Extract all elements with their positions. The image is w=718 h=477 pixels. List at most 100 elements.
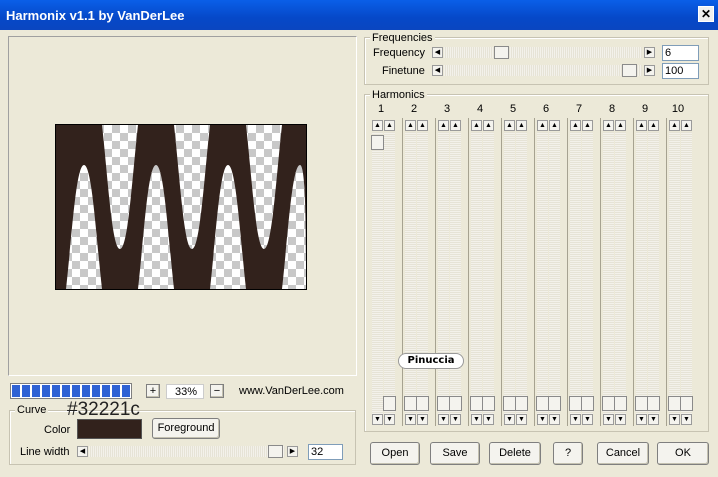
harmonic-9-track-1[interactable]	[636, 132, 647, 414]
harmonic-10-down-arrow-2[interactable]: ▼	[681, 414, 692, 425]
harmonic-9-down-arrow-1[interactable]: ▼	[636, 414, 647, 425]
ok-button[interactable]: OK	[657, 442, 709, 465]
harmonic-2-track-2[interactable]	[417, 132, 428, 414]
frequency-left-arrow[interactable]: ◀	[432, 47, 443, 58]
harmonic-3-up-arrow-1[interactable]: ▲	[438, 120, 449, 131]
finetune-right-arrow[interactable]: ▶	[644, 65, 655, 76]
harmonic-2-up-arrow-1[interactable]: ▲	[405, 120, 416, 131]
harmonic-3-down-arrow-1[interactable]: ▼	[438, 414, 449, 425]
color-swatch[interactable]	[77, 419, 142, 439]
line-width-left-arrow[interactable]: ◀	[77, 446, 88, 457]
harmonic-5-track-2[interactable]	[516, 132, 527, 414]
harmonic-7-track-1[interactable]	[570, 132, 581, 414]
harmonic-4-track-2[interactable]	[483, 132, 494, 414]
harmonic-2-track-1[interactable]	[405, 132, 416, 414]
harmonic-8-down-arrow-1[interactable]: ▼	[603, 414, 614, 425]
line-width-track[interactable]	[89, 446, 285, 457]
line-width-thumb[interactable]	[268, 445, 283, 458]
harmonic-2-down-arrow-2[interactable]: ▼	[417, 414, 428, 425]
harmonic-5-down-arrow-2[interactable]: ▼	[516, 414, 527, 425]
harmonic-4-up-arrow-1[interactable]: ▲	[471, 120, 482, 131]
harmonic-4-down-arrow-2[interactable]: ▼	[483, 414, 494, 425]
harmonic-7-thumb-2[interactable]	[581, 396, 594, 411]
frequency-input[interactable]: 6	[662, 45, 699, 61]
line-width-right-arrow[interactable]: ▶	[287, 446, 298, 457]
help-button[interactable]: ?	[553, 442, 583, 465]
harmonic-8-track-2[interactable]	[615, 132, 626, 414]
harmonic-1-track-1[interactable]	[372, 132, 383, 414]
harmonic-10-thumb-2[interactable]	[680, 396, 693, 411]
harmonic-1-up-arrow-2[interactable]: ▲	[384, 120, 395, 131]
harmonic-7-up-arrow-1[interactable]: ▲	[570, 120, 581, 131]
harmonic-5-track-1[interactable]	[504, 132, 515, 414]
harmonic-10-track-2[interactable]	[681, 132, 692, 414]
harmonic-4-down-arrow-1[interactable]: ▼	[471, 414, 482, 425]
harmonic-9-down-arrow-2[interactable]: ▼	[648, 414, 659, 425]
harmonic-6-track-1[interactable]	[537, 132, 548, 414]
harmonic-1-down-arrow-2[interactable]: ▼	[384, 414, 395, 425]
harmonic-9-up-arrow-1[interactable]: ▲	[636, 120, 647, 131]
save-button[interactable]: Save	[430, 442, 480, 465]
harmonic-1-down-arrow-1[interactable]: ▼	[372, 414, 383, 425]
zoom-in-button[interactable]: +	[146, 384, 160, 398]
harmonic-10-up-arrow-1[interactable]: ▲	[669, 120, 680, 131]
harmonic-10-down-arrow-1[interactable]: ▼	[669, 414, 680, 425]
harmonic-8-thumb-2[interactable]	[614, 396, 627, 411]
harmonic-8-track-1[interactable]	[603, 132, 614, 414]
harmonic-label-3: 3	[443, 103, 451, 115]
harmonic-6-track-2[interactable]	[549, 132, 560, 414]
harmonic-9-thumb-2[interactable]	[647, 396, 660, 411]
harmonic-5-up-arrow-2[interactable]: ▲	[516, 120, 527, 131]
harmonic-8-up-arrow-2[interactable]: ▲	[615, 120, 626, 131]
harmonic-4-thumb-2[interactable]	[482, 396, 495, 411]
harmonic-2-down-arrow-1[interactable]: ▼	[405, 414, 416, 425]
harmonic-9-track-2[interactable]	[648, 132, 659, 414]
harmonic-3-track-2[interactable]	[450, 132, 461, 414]
curve-group-label: Curve	[15, 404, 49, 416]
cancel-button[interactable]: Cancel	[597, 442, 649, 465]
harmonic-7-down-arrow-2[interactable]: ▼	[582, 414, 593, 425]
harmonic-4-up-arrow-2[interactable]: ▲	[483, 120, 494, 131]
open-button[interactable]: Open	[370, 442, 420, 465]
frequency-right-arrow[interactable]: ▶	[644, 47, 655, 58]
harmonic-3-up-arrow-2[interactable]: ▲	[450, 120, 461, 131]
harmonic-8-up-arrow-1[interactable]: ▲	[603, 120, 614, 131]
harmonic-1-track-2[interactable]	[384, 132, 395, 414]
harmonic-3-track-1[interactable]	[438, 132, 449, 414]
line-width-input[interactable]: 32	[308, 444, 343, 460]
frequency-track[interactable]	[444, 47, 642, 58]
delete-button[interactable]: Delete	[489, 442, 541, 465]
harmonic-10-up-arrow-2[interactable]: ▲	[681, 120, 692, 131]
harmonic-9-up-arrow-2[interactable]: ▲	[648, 120, 659, 131]
harmonic-1-thumb-2[interactable]	[383, 396, 396, 411]
harmonic-1-up-arrow-1[interactable]: ▲	[372, 120, 383, 131]
harmonic-6-down-arrow-1[interactable]: ▼	[537, 414, 548, 425]
frequency-thumb[interactable]	[494, 46, 509, 59]
harmonic-3-thumb-2[interactable]	[449, 396, 462, 411]
harmonic-5-up-arrow-1[interactable]: ▲	[504, 120, 515, 131]
harmonic-8-down-arrow-2[interactable]: ▼	[615, 414, 626, 425]
harmonic-6-thumb-2[interactable]	[548, 396, 561, 411]
harmonic-5-down-arrow-1[interactable]: ▼	[504, 414, 515, 425]
harmonic-6-down-arrow-2[interactable]: ▼	[549, 414, 560, 425]
harmonic-10-track-1[interactable]	[669, 132, 680, 414]
finetune-left-arrow[interactable]: ◀	[432, 65, 443, 76]
harmonic-6-up-arrow-1[interactable]: ▲	[537, 120, 548, 131]
zoom-out-button[interactable]: −	[210, 384, 224, 398]
harmonic-3-down-arrow-2[interactable]: ▼	[450, 414, 461, 425]
harmonic-7-track-2[interactable]	[582, 132, 593, 414]
finetune-input[interactable]: 100	[662, 63, 699, 79]
harmonic-1-thumb-1[interactable]	[371, 135, 384, 150]
harmonic-7-down-arrow-1[interactable]: ▼	[570, 414, 581, 425]
harmonic-5-thumb-2[interactable]	[515, 396, 528, 411]
website-link[interactable]: www.VanDerLee.com	[239, 385, 344, 397]
finetune-thumb[interactable]	[622, 64, 637, 77]
finetune-track[interactable]	[444, 65, 642, 76]
harmonic-2-up-arrow-2[interactable]: ▲	[417, 120, 428, 131]
harmonic-6-up-arrow-2[interactable]: ▲	[549, 120, 560, 131]
foreground-button[interactable]: Foreground	[152, 418, 220, 439]
harmonic-2-thumb-2[interactable]	[416, 396, 429, 411]
close-button[interactable]: ✕	[698, 6, 714, 22]
harmonic-4-track-1[interactable]	[471, 132, 482, 414]
harmonic-7-up-arrow-2[interactable]: ▲	[582, 120, 593, 131]
